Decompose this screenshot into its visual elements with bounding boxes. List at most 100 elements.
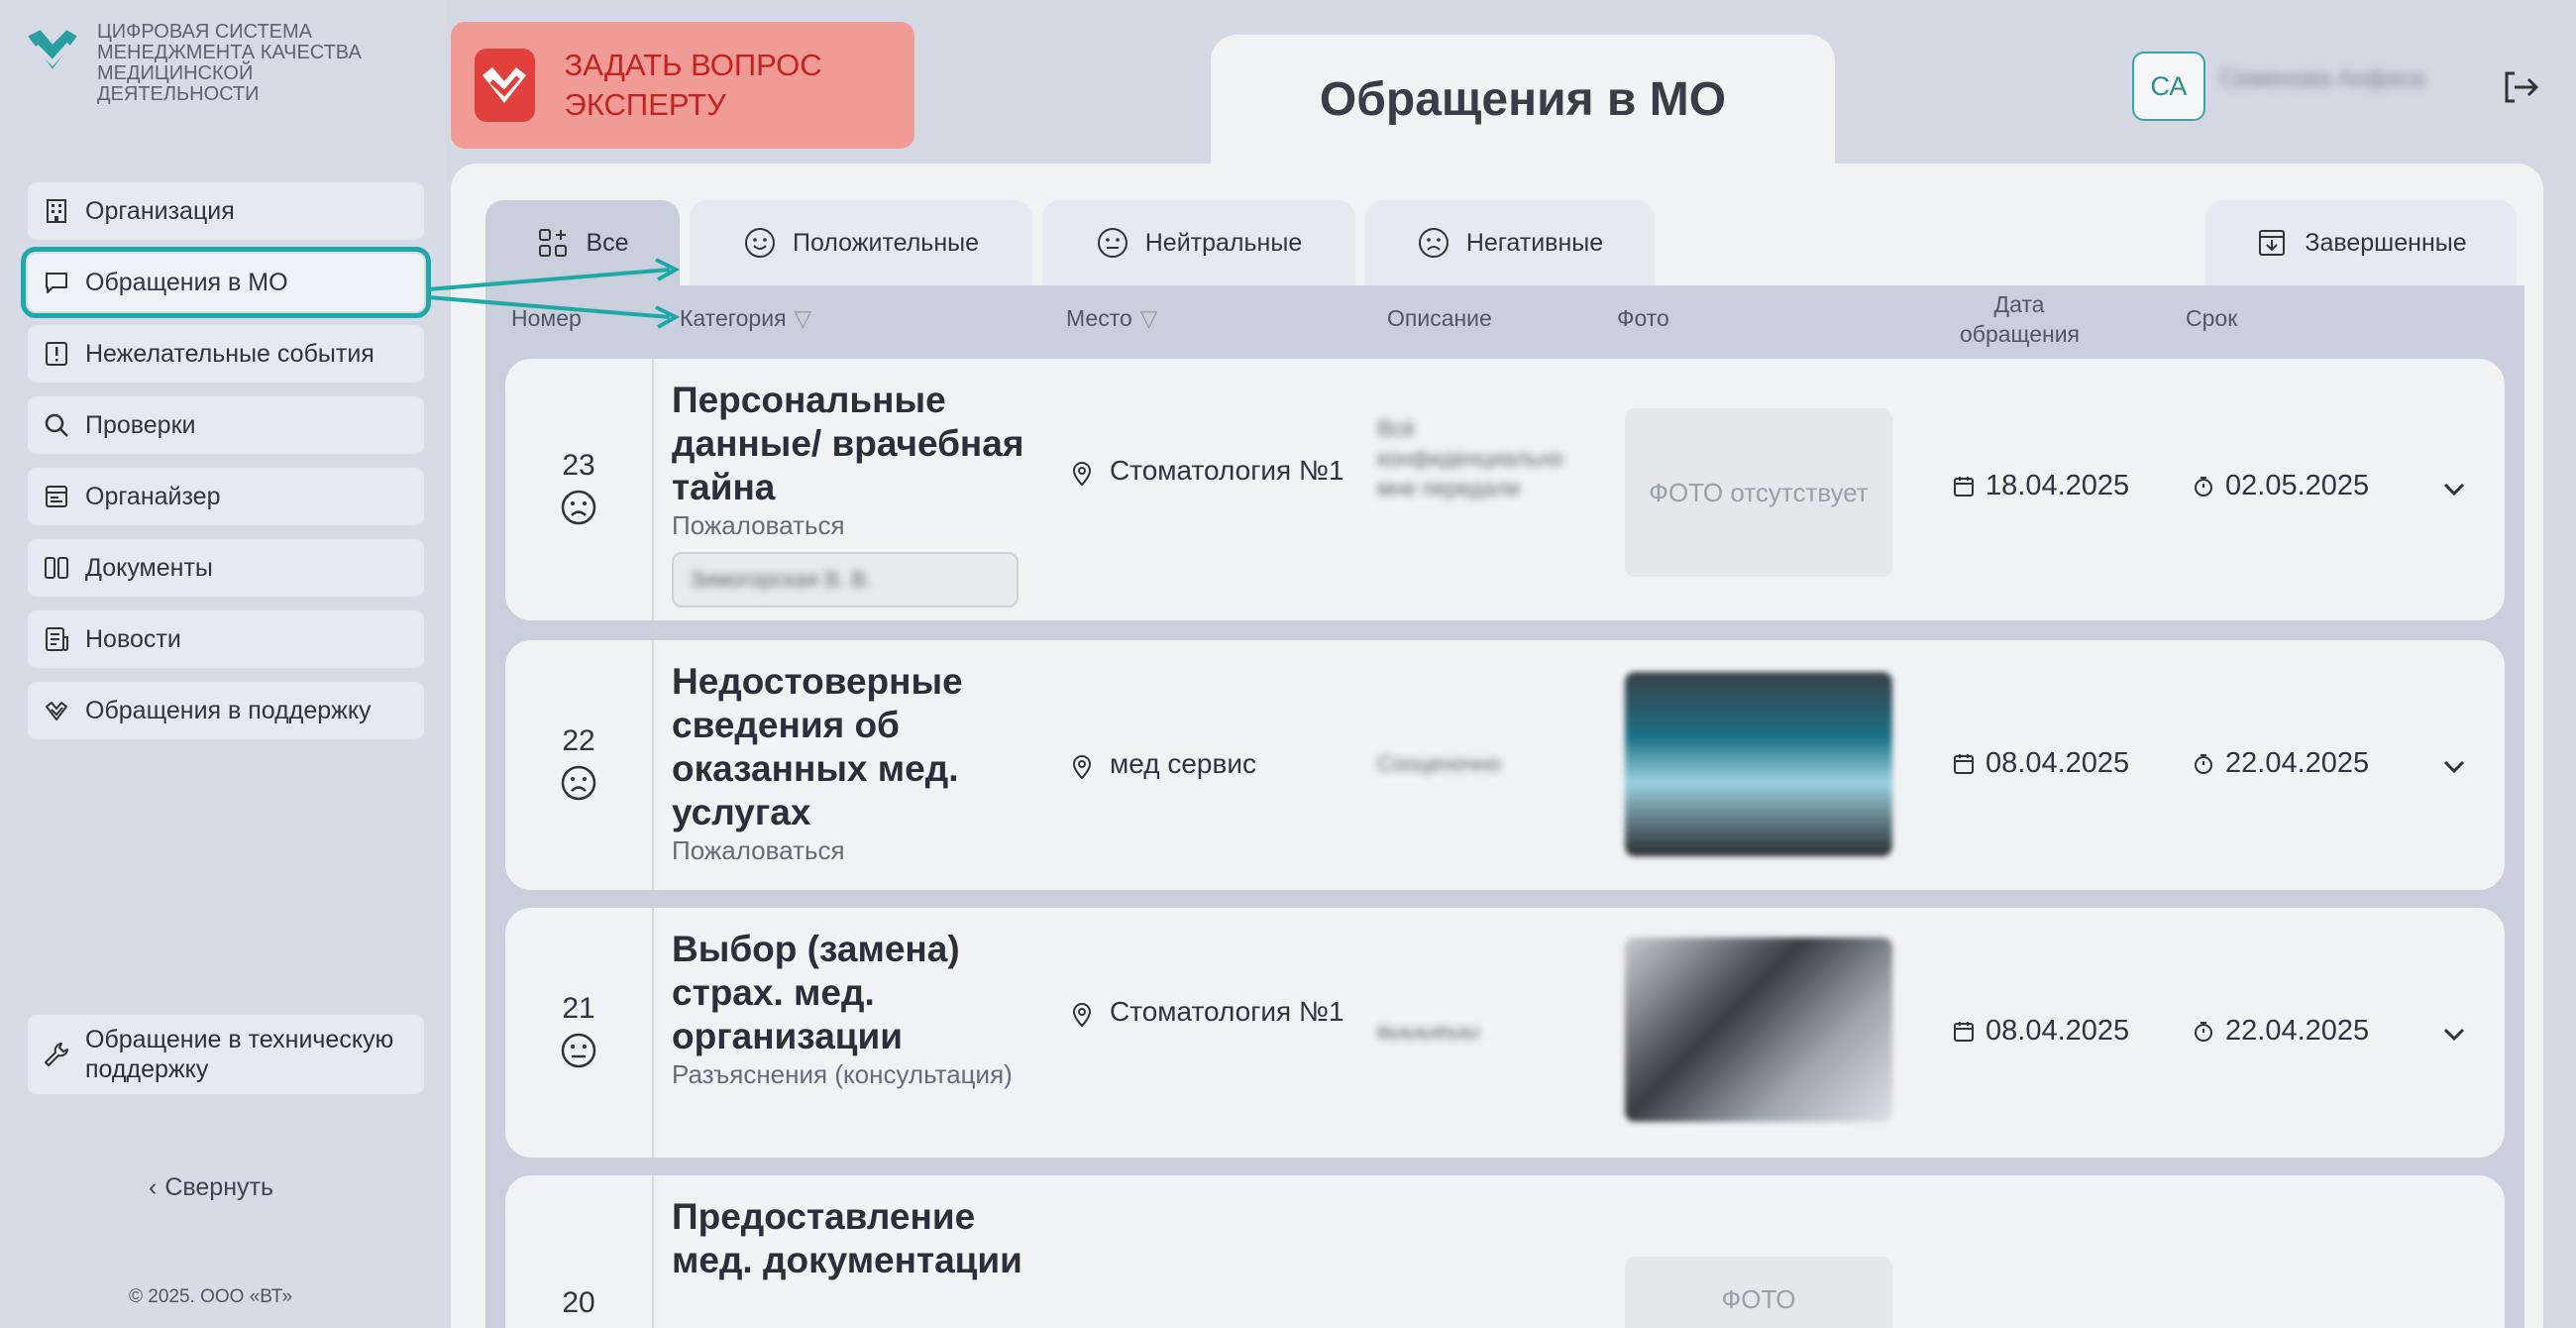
filter-icon[interactable]: ▽: [1140, 305, 1158, 332]
place-name: Стоматология №1: [1110, 996, 1344, 1027]
brand-line: медицинской: [97, 62, 254, 84]
row-number-cell: 21: [505, 908, 654, 1158]
brand-line: менеджмента качества: [97, 42, 362, 63]
sidebar-item-label: Новости: [85, 624, 181, 653]
appeal-type: Разъяснения (консультация): [672, 1059, 1013, 1089]
table-row[interactable]: 21 Выбор (замена) страх. мед. организаци…: [505, 908, 2505, 1158]
assignee-name: Зимогорская В. В.: [690, 567, 873, 592]
sad-face-icon: [560, 764, 597, 807]
ask-expert-label: Задать вопрос эксперту: [564, 48, 822, 122]
page-title: Обращения в МО: [1211, 35, 1835, 164]
chevron-down-icon[interactable]: [2437, 1017, 2471, 1051]
table-row[interactable]: 20 Предоставление мед. документации ФОТО: [505, 1175, 2505, 1328]
collapse-label: Свернуть: [164, 1173, 273, 1201]
chevron-left-icon: ‹: [149, 1173, 158, 1201]
column-header-description: Описание: [1387, 305, 1492, 331]
assignee-tag[interactable]: Зимогорская В. В.: [672, 552, 1019, 608]
row-number: 23: [562, 448, 595, 482]
sidebar-item-label: Обращения в поддержку: [85, 696, 372, 724]
row-photo[interactable]: [1625, 938, 1892, 1122]
table-row[interactable]: 22 Недостоверные сведения об оказанных м…: [505, 640, 2505, 890]
row-due: 22.04.2025: [2192, 747, 2369, 780]
location-pin-icon: [1072, 461, 1092, 487]
row-photo[interactable]: [1625, 672, 1892, 856]
brand-logo-icon: [28, 30, 77, 69]
location-pin-icon: [1072, 1002, 1092, 1028]
row-category: Недостоверные сведения об оказанных мед.…: [672, 660, 1028, 867]
column-header-category[interactable]: Категория ▽: [680, 305, 811, 332]
row-due: 02.05.2025: [2192, 470, 2369, 502]
timer-icon: [2195, 753, 2212, 774]
logout-icon[interactable]: [2499, 67, 2542, 107]
row-description: выыыеыы: [1377, 1019, 1479, 1044]
calendar-icon: [42, 482, 71, 511]
location-pin-icon: [1072, 754, 1092, 780]
row-number-cell: 20: [505, 1175, 654, 1328]
due-value: 02.05.2025: [2225, 470, 2370, 501]
calendar-icon: [1954, 753, 1974, 774]
search-icon: [42, 410, 71, 440]
category-title: Недостоверные сведения об оказанных мед.…: [672, 661, 963, 832]
date-value: 08.04.2025: [1986, 1015, 2130, 1047]
tab-label: Завершенные: [2305, 228, 2467, 257]
sidebar-item-organizer[interactable]: Органайзер: [28, 468, 424, 525]
tab-positive[interactable]: Положительные: [690, 200, 1032, 285]
tab-completed[interactable]: Завершенные: [2205, 200, 2517, 285]
appeal-type: Пожаловаться: [672, 510, 845, 540]
sidebar-item-label: Органайзер: [85, 482, 221, 510]
column-header-label: Категория: [680, 305, 787, 331]
place-name: мед сервис: [1110, 748, 1256, 779]
calendar-icon: [1954, 476, 1974, 497]
building-icon: [42, 196, 71, 226]
avatar[interactable]: СА: [2132, 52, 2205, 121]
category-title: Предоставление мед. документации: [672, 1196, 1022, 1280]
sidebar-item-documents[interactable]: Документы: [28, 539, 424, 597]
table-row[interactable]: 23 Персональные данные/ врачебная тайна …: [505, 359, 2505, 620]
tab-neutral[interactable]: Нейтральные: [1042, 200, 1355, 285]
sidebar-item-appeals[interactable]: Обращения в МО: [21, 247, 431, 318]
sidebar-item-label: Обращения в МО: [85, 268, 288, 296]
ask-expert-button[interactable]: Задать вопрос эксперту: [451, 22, 914, 149]
column-header-place[interactable]: Место ▽: [1066, 305, 1157, 332]
sidebar: Цифровая система менеджмента качества ме…: [0, 0, 446, 1328]
chevron-down-icon[interactable]: [2437, 749, 2471, 783]
sidebar-item-support-requests[interactable]: Обращения в поддержку: [28, 682, 424, 739]
row-photo-placeholder: ФОТО отсутствует: [1625, 408, 1892, 577]
sidebar-item-adverse-events[interactable]: Нежелательные события: [28, 325, 424, 383]
chat-icon: [42, 268, 71, 297]
alert-icon: [42, 339, 71, 369]
sidebar-item-inspections[interactable]: Проверки: [28, 396, 424, 454]
sidebar-item-label: Организация: [85, 196, 235, 225]
brand[interactable]: Цифровая система менеджмента качества ме…: [22, 22, 394, 105]
sidebar-item-organization[interactable]: Организация: [28, 182, 424, 240]
row-description: Всё конфиденциально мне передали: [1377, 416, 1563, 500]
tab-label: Все: [586, 228, 629, 257]
appeal-type: Пожаловаться: [672, 835, 845, 865]
row-category: Персональные данные/ врачебная тайна Пож…: [672, 379, 1028, 608]
neutral-face-icon: [560, 1032, 597, 1074]
due-value: 22.04.2025: [2225, 1015, 2370, 1047]
collapse-sidebar-button[interactable]: ‹ Свернуть: [149, 1173, 273, 1202]
user-name: Семенова Анфиса: [2219, 65, 2425, 92]
row-number-cell: 22: [505, 640, 654, 890]
column-header-photo: Фото: [1617, 305, 1669, 331]
date-value: 18.04.2025: [1986, 470, 2130, 501]
heart-check-icon: [475, 49, 535, 122]
chevron-down-icon[interactable]: [2437, 472, 2471, 505]
brand-line: деятельности: [97, 83, 260, 105]
brand-line: Цифровая система: [97, 21, 313, 43]
tab-all[interactable]: Все: [485, 200, 680, 285]
row-date: 08.04.2025: [1952, 747, 2129, 780]
timer-icon: [2195, 1021, 2212, 1042]
calendar-icon: [1954, 1021, 1974, 1042]
archive-icon: [2259, 230, 2286, 256]
category-title: Выбор (замена) страх. мед. организации: [672, 929, 960, 1056]
filter-icon[interactable]: ▽: [795, 305, 812, 332]
sidebar-item-news[interactable]: Новости: [28, 610, 424, 668]
row-description: Сооценочно: [1377, 751, 1501, 776]
row-category: Выбор (замена) страх. мед. организации Р…: [672, 928, 1028, 1091]
tech-support-button[interactable]: Обращение в техническую поддержку: [28, 1015, 424, 1094]
tab-negative[interactable]: Негативные: [1365, 200, 1655, 285]
date-value: 08.04.2025: [1986, 747, 2130, 779]
place-name: Стоматология №1: [1110, 455, 1344, 486]
